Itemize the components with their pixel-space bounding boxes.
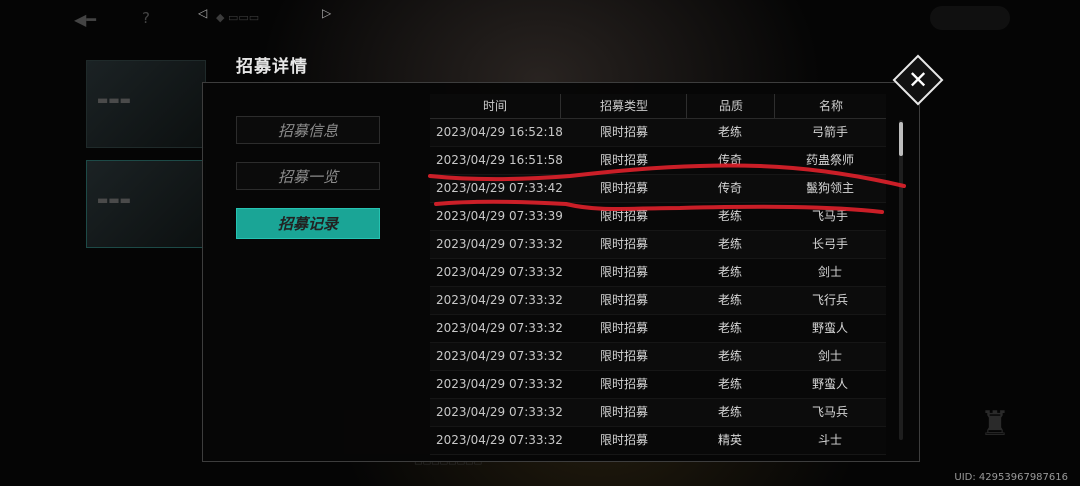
ornament-icon: ▷ — [322, 6, 332, 20]
row-time: 2023/04/29 07:33:39 — [436, 209, 563, 223]
row-type: 限时招募 — [599, 405, 648, 419]
row-type: 限时招募 — [599, 293, 648, 307]
row-name: 飞马兵 — [811, 405, 848, 419]
back-arrow-icon[interactable]: ◀━ — [74, 10, 108, 29]
row-time: 2023/04/29 07:33:32 — [436, 405, 563, 419]
table-header: 时间 招募类型 品质 名称 — [430, 94, 886, 119]
tab-recruit-record[interactable]: 招募记录 — [236, 208, 380, 239]
header-quality: 品质 — [686, 94, 775, 118]
row-type: 限时招募 — [599, 349, 648, 363]
header-type: 招募类型 — [560, 94, 687, 118]
row-quality: 老练 — [717, 293, 742, 307]
banner-card-label: ▬▬▬ — [97, 93, 132, 107]
scrollbar-track[interactable] — [899, 120, 903, 440]
row-name: 鬣狗领主 — [805, 181, 854, 195]
help-icon[interactable]: ? — [142, 9, 150, 27]
row-name: 剑士 — [817, 349, 842, 363]
table-row: 2023/04/29 07:33:32 限时招募 老练 野蛮人 — [430, 371, 886, 399]
row-name: 野蛮人 — [811, 377, 848, 391]
row-quality: 传奇 — [717, 153, 742, 167]
table-row: 2023/04/29 07:33:39 限时招募 老练 飞马手 — [430, 203, 886, 231]
row-type: 限时招募 — [599, 237, 648, 251]
home-icon[interactable]: ◆ ▭▭▭ — [216, 11, 259, 24]
uid-label: UID: 42953967987616 — [954, 472, 1068, 483]
row-type: 限时招募 — [599, 153, 648, 167]
table-row: 2023/04/29 07:33:32 限时招募 老练 飞马兵 — [430, 399, 886, 427]
table-row: 2023/04/29 07:33:42 限时招募 传奇 鬣狗领主 — [430, 175, 886, 203]
row-quality: 老练 — [717, 209, 742, 223]
row-type: 限时招募 — [599, 265, 648, 279]
row-time: 2023/04/29 07:33:32 — [436, 349, 563, 363]
modal-title: 招募详情 — [236, 57, 308, 77]
row-quality: 老练 — [717, 237, 742, 251]
header-time: 时间 — [482, 99, 507, 113]
row-time: 2023/04/29 07:33:32 — [436, 265, 563, 279]
ornament-icon: ◁ — [198, 6, 208, 20]
banner-card-label: ▬▬▬ — [97, 193, 132, 207]
row-name: 飞马手 — [811, 209, 848, 223]
header-name: 名称 — [774, 94, 887, 118]
row-type: 限时招募 — [599, 433, 648, 447]
recruit-record-table: 时间 招募类型 品质 名称 2023/04/29 16:52:18 限时招募 老练弓… — [430, 94, 886, 455]
table-body[interactable]: 2023/04/29 16:52:18 限时招募 老练 弓箭手 2023/04/29 1… — [430, 119, 886, 455]
table-row: 2023/04/29 16:52:18 限时招募 老练 弓箭手 — [430, 119, 886, 147]
close-icon[interactable]: ✕ — [900, 62, 936, 98]
tab-recruit-list[interactable]: 招募一览 — [236, 162, 380, 190]
row-type: 限时招募 — [599, 209, 648, 223]
tab-recruit-info[interactable]: 招募信息 — [236, 116, 380, 144]
table-row: 2023/04/29 07:33:32 限时招募 老练 剑士 — [430, 343, 886, 371]
row-time: 2023/04/29 07:33:32 — [436, 321, 563, 335]
currency-widget — [930, 6, 1010, 30]
row-time: 2023/04/29 07:33:42 — [436, 181, 563, 195]
table-row: 2023/04/29 07:33:32 限时招募 老练 剑士 — [430, 259, 886, 287]
row-time: 2023/04/29 16:51:58 — [436, 153, 563, 167]
row-quality: 老练 — [717, 125, 742, 139]
row-name: 剑士 — [817, 265, 842, 279]
row-type: 限时招募 — [599, 321, 648, 335]
row-name: 长弓手 — [811, 237, 848, 251]
row-type: 限时招募 — [599, 125, 648, 139]
row-name: 飞行兵 — [811, 293, 848, 307]
row-quality: 老练 — [717, 321, 742, 335]
banner-card[interactable]: ▬▬▬ — [86, 60, 206, 148]
row-name: 野蛮人 — [811, 321, 848, 335]
table-row: 2023/04/29 07:33:32 限时招募 老练 飞行兵 — [430, 287, 886, 315]
row-name: 药蛊祭师 — [805, 153, 854, 167]
table-row: 2023/04/29 16:51:58 限时招募 传奇 药蛊祭师 — [430, 147, 886, 175]
scrollbar-thumb[interactable] — [899, 122, 903, 156]
row-quality: 精英 — [717, 433, 742, 447]
top-bar: ◀━ ? ◆ ▭▭▭ — [0, 0, 1080, 40]
row-time: 2023/04/29 16:52:18 — [436, 125, 563, 139]
table-row: 2023/04/29 07:33:32 限时招募 老练 野蛮人 — [430, 315, 886, 343]
row-quality: 传奇 — [717, 181, 742, 195]
logo-icon: ♜ — [979, 404, 1011, 444]
table-row: 2023/04/29 07:33:32 限时招募 老练 长弓手 — [430, 231, 886, 259]
row-name: 弓箭手 — [811, 125, 848, 139]
row-time: 2023/04/29 07:33:32 — [436, 433, 563, 447]
row-quality: 老练 — [717, 377, 742, 391]
row-time: 2023/04/29 07:33:32 — [436, 377, 563, 391]
banner-card[interactable]: ▬▬▬ — [86, 160, 206, 248]
row-name: 斗士 — [817, 433, 842, 447]
row-time: 2023/04/29 07:33:32 — [436, 237, 563, 251]
row-type: 限时招募 — [599, 377, 648, 391]
row-time: 2023/04/29 07:33:32 — [436, 293, 563, 307]
row-quality: 老练 — [717, 265, 742, 279]
row-quality: 老练 — [717, 405, 742, 419]
row-quality: 老练 — [717, 349, 742, 363]
row-type: 限时招募 — [599, 181, 648, 195]
table-row: 2023/04/29 07:33:32 限时招募 精英 斗士 — [430, 427, 886, 455]
